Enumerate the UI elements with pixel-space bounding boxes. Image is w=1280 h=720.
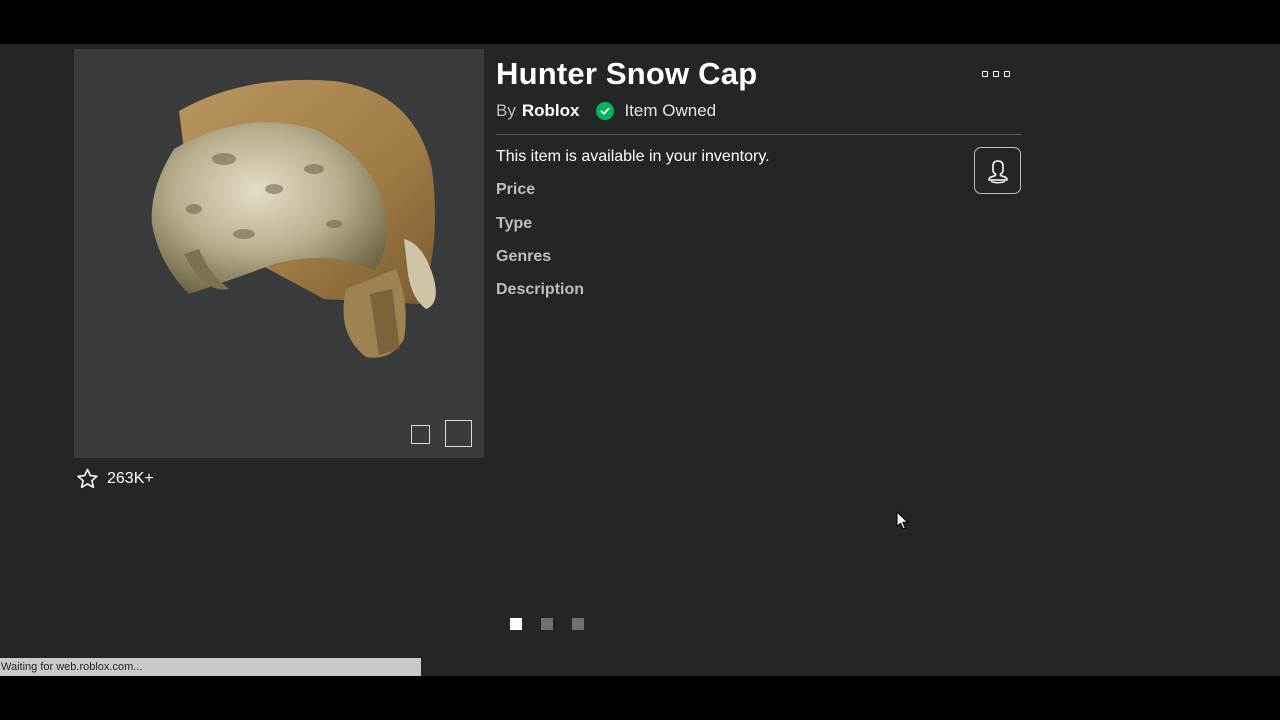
genres-label: Genres bbox=[496, 248, 552, 265]
item-title: Hunter Snow Cap bbox=[496, 56, 758, 91]
check-circle-icon bbox=[596, 102, 615, 120]
favorite-count: 263K+ bbox=[107, 470, 154, 487]
carousel-dot[interactable] bbox=[510, 618, 522, 630]
favorite-row[interactable]: 263K+ bbox=[75, 466, 154, 492]
mouse-cursor-icon bbox=[896, 511, 909, 530]
carousel-dot[interactable] bbox=[572, 618, 584, 630]
item-thumbnail[interactable] bbox=[74, 49, 484, 458]
creator-row: By Roblox Item Owned bbox=[496, 101, 716, 121]
3d-view-button[interactable] bbox=[445, 420, 472, 447]
price-label: Price bbox=[496, 181, 536, 198]
2d-view-button[interactable] bbox=[411, 425, 430, 444]
try-on-button[interactable] bbox=[974, 147, 1021, 194]
description-label: Description bbox=[496, 281, 585, 298]
browser-status-bar: Waiting for web.roblox.com... bbox=[0, 658, 421, 676]
more-options-icon[interactable] bbox=[982, 68, 1010, 80]
creator-link[interactable]: Roblox bbox=[522, 101, 580, 121]
avatar-try-on-icon bbox=[987, 159, 1008, 183]
hat-image bbox=[151, 79, 436, 358]
item-page: 263K+ Hunter Snow Cap By Roblox Item Own… bbox=[0, 44, 1280, 676]
carousel-dot[interactable] bbox=[541, 618, 553, 630]
divider bbox=[496, 134, 1021, 135]
by-label: By bbox=[496, 101, 516, 120]
carousel-dots bbox=[510, 618, 603, 630]
availability-text: This item is available in your inventory… bbox=[496, 148, 770, 165]
type-label: Type bbox=[496, 215, 533, 232]
owned-label: Item Owned bbox=[624, 101, 717, 120]
star-outline-icon bbox=[77, 468, 98, 489]
